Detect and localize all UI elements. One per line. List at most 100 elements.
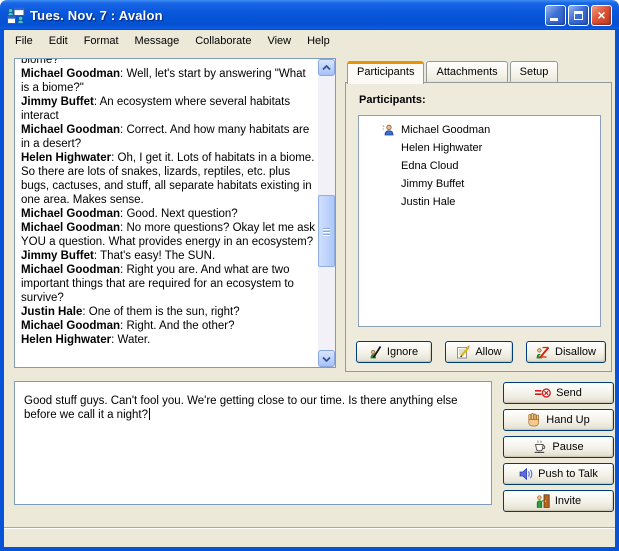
chat-message: Helen Highwater: Oh, I get it. Lots of h…: [21, 151, 315, 207]
chat-message: Michael Goodman: Right you are. And what…: [21, 263, 315, 305]
chat-message: Justin Hale: One of them is the sun, rig…: [21, 305, 315, 319]
chat-transcript[interactable]: : biome? Michael Goodman: Well, let's st…: [14, 58, 336, 368]
scroll-down-button[interactable]: [318, 350, 335, 367]
chat-message-author: Michael Goodman:: [21, 222, 123, 234]
participants-label: Participants:: [359, 94, 426, 106]
menu-bar: File Edit Format Message Collaborate Vie…: [4, 30, 615, 51]
chat-message: Helen Highwater: Water.: [21, 333, 315, 347]
hand-up-label: Hand Up: [546, 414, 589, 426]
menu-item[interactable]: File: [7, 32, 41, 50]
ignore-label: Ignore: [387, 346, 418, 358]
chat-message-text: One of them is the sun, right?: [89, 306, 240, 318]
chat-scrollbar[interactable]: [318, 59, 335, 367]
participant-row[interactable]: Edna Cloud: [359, 157, 600, 175]
minimize-button[interactable]: [545, 5, 566, 26]
participants-list[interactable]: Michael Goodman Helen Highwater: [358, 115, 601, 327]
window-title: Tues. Nov. 7 : Avalon: [30, 8, 545, 23]
participant-name: Jimmy Buffet: [401, 178, 464, 190]
ignore-icon: [370, 345, 382, 359]
participants-panel: Participants: Michael Goodman: [345, 82, 612, 372]
menu-item[interactable]: Edit: [41, 32, 76, 50]
participant-actions: Ignore Allow: [356, 341, 606, 363]
scroll-up-button[interactable]: [318, 59, 335, 76]
allow-button[interactable]: Allow: [445, 341, 513, 363]
close-button[interactable]: ×: [591, 5, 612, 26]
push-to-talk-button[interactable]: Push to Talk: [503, 463, 614, 485]
speaker-icon: [519, 468, 533, 480]
participant-name: Edna Cloud: [401, 160, 459, 172]
chat-message-author: Michael Goodman:: [21, 264, 123, 276]
invite-icon: [536, 494, 550, 508]
title-bar: Tues. Nov. 7 : Avalon ×: [0, 0, 619, 30]
tab-attachments[interactable]: Attachments: [426, 61, 507, 82]
pause-label: Pause: [552, 441, 583, 453]
participant-row[interactable]: Helen Highwater: [359, 139, 600, 157]
maximize-icon: [574, 11, 583, 20]
participant-name: Michael Goodman: [401, 124, 490, 136]
chat-message-author: Jimmy Buffet:: [21, 250, 97, 262]
allow-label: Allow: [475, 346, 501, 358]
invite-label: Invite: [555, 495, 581, 507]
invite-button[interactable]: Invite: [503, 490, 614, 512]
participant-row[interactable]: Michael Goodman: [359, 121, 600, 139]
disallow-icon: [536, 345, 550, 359]
chat-message-author: Justin Hale:: [21, 306, 86, 318]
chat-message-text: biome?: [21, 59, 59, 66]
message-input[interactable]: Good stuff guys. Can't fool you. We're g…: [14, 381, 492, 505]
menu-item[interactable]: View: [259, 32, 299, 50]
chat-message-text: Right. And the other?: [126, 320, 234, 332]
minimize-icon: [550, 18, 558, 21]
chat-message-author: Michael Goodman:: [21, 320, 123, 332]
disallow-button[interactable]: Disallow: [526, 341, 606, 363]
send-icon: [535, 387, 551, 399]
app-icon: [7, 7, 25, 24]
participant-row[interactable]: Justin Hale: [359, 193, 600, 211]
chevron-down-icon: [322, 356, 331, 362]
chat-message: Michael Goodman: Correct. And how many h…: [21, 123, 315, 151]
speaking-icon: [375, 124, 401, 136]
chat-message: : biome?: [21, 59, 315, 67]
menu-item[interactable]: Collaborate: [187, 32, 259, 50]
chat-message-author: Michael Goodman:: [21, 124, 123, 136]
menu-item[interactable]: Message: [127, 32, 188, 50]
scroll-thumb[interactable]: [318, 195, 335, 267]
chevron-up-icon: [322, 65, 331, 71]
participant-name: Helen Highwater: [401, 142, 482, 154]
disallow-label: Disallow: [555, 346, 596, 358]
chat-text: : biome? Michael Goodman: Well, let's st…: [15, 59, 318, 367]
chat-message: Michael Goodman: No more questions? Okay…: [21, 221, 315, 249]
app-window: Tues. Nov. 7 : Avalon × File Edit Format…: [0, 0, 619, 551]
participant-name: Justin Hale: [401, 196, 455, 208]
ignore-button[interactable]: Ignore: [356, 341, 432, 363]
chat-message: Michael Goodman: Good. Next question?: [21, 207, 315, 221]
chat-message: Jimmy Buffet: An ecosystem where several…: [21, 95, 315, 123]
maximize-button[interactable]: [568, 5, 589, 26]
hand-up-button[interactable]: Hand Up: [503, 409, 614, 431]
hand-icon: [527, 413, 541, 427]
chat-message-author: Jimmy Buffet:: [21, 96, 97, 108]
tab-bar: Participants Attachments Setup: [347, 61, 560, 83]
chat-message-author: Helen Highwater:: [21, 334, 114, 346]
send-label: Send: [556, 387, 582, 399]
chat-message: Michael Goodman: Well, let's start by an…: [21, 67, 315, 95]
status-bar: [4, 527, 615, 547]
chat-message: Jimmy Buffet: That's easy! The SUN.: [21, 249, 315, 263]
window-body: File Edit Format Message Collaborate Vie…: [0, 30, 619, 551]
participant-row[interactable]: Jimmy Buffet: [359, 175, 600, 193]
text-caret: [149, 408, 150, 420]
chat-message: Michael Goodman: Right. And the other?: [21, 319, 315, 333]
chat-message-author: Helen Highwater:: [21, 152, 114, 164]
chat-message-text: Water.: [118, 334, 151, 346]
allow-icon: [456, 345, 470, 359]
pause-button[interactable]: Pause: [503, 436, 614, 458]
chat-message-author: Michael Goodman:: [21, 68, 123, 80]
chat-message-text: That's easy! The SUN.: [100, 250, 215, 262]
menu-item[interactable]: Format: [76, 32, 127, 50]
close-icon: ×: [597, 8, 605, 22]
chat-message-author: Michael Goodman:: [21, 208, 123, 220]
send-button[interactable]: Send: [503, 382, 614, 404]
menu-item[interactable]: Help: [299, 32, 338, 50]
tab-participants[interactable]: Participants: [347, 61, 424, 84]
action-buttons: Send Hand Up: [503, 382, 614, 512]
tab-setup[interactable]: Setup: [510, 61, 559, 82]
